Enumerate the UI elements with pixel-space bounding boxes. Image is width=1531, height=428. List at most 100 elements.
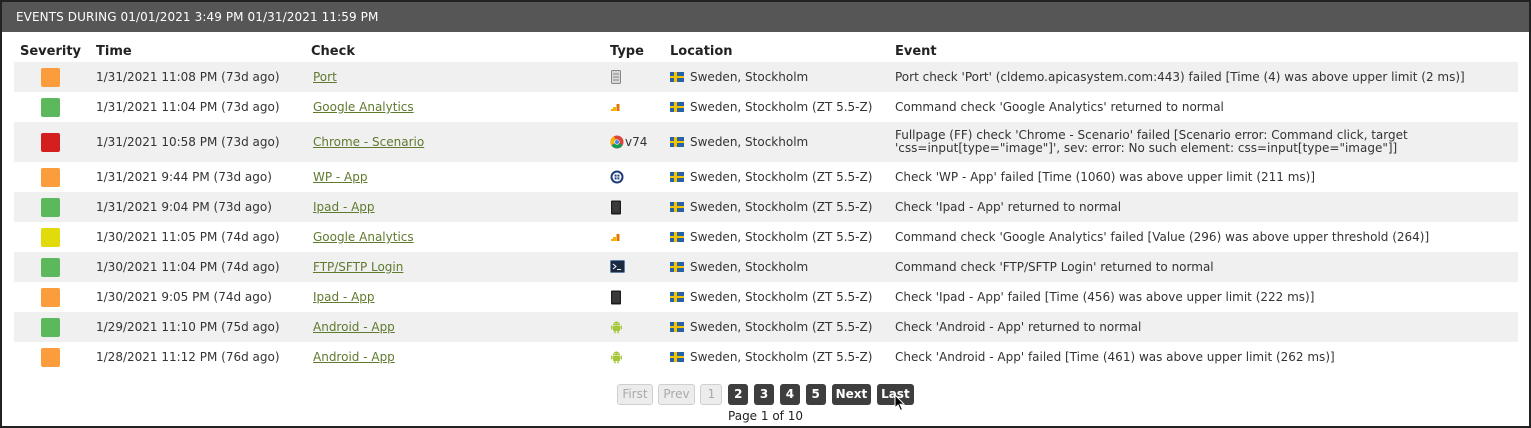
location-cell: Sweden, Stockholm (ZT 5.5-Z) (664, 222, 889, 252)
location-cell: Sweden, Stockholm (ZT 5.5-Z) (664, 92, 889, 122)
table-row: 1/28/2021 11:12 PM (76d ago) Android - Ap… (14, 342, 1518, 372)
type-cell (604, 252, 664, 282)
page-button-4[interactable]: 4 (779, 384, 800, 405)
table-row: 1/30/2021 9:05 PM (74d ago) Ipad - App Swe… (14, 282, 1518, 312)
location-cell: Sweden, Stockholm (ZT 5.5-Z) (664, 282, 889, 312)
check-cell: Android - App (305, 312, 604, 342)
column-header-time[interactable]: Time (90, 32, 305, 62)
sweden-flag-icon (670, 291, 684, 302)
location-cell: Sweden, Stockholm (ZT 5.5-Z) (664, 162, 889, 192)
severity-cell (14, 342, 90, 372)
check-cell: Port (305, 62, 604, 92)
table-row: 1/31/2021 11:04 PM (73d ago) Google Analy… (14, 92, 1518, 122)
type-version: v74 (625, 134, 648, 149)
table-row: 1/31/2021 9:04 PM (73d ago) Ipad - App Swe… (14, 192, 1518, 222)
check-link[interactable]: Android - App (313, 350, 395, 364)
page-button-5[interactable]: 5 (805, 384, 826, 405)
type-cell (604, 342, 664, 372)
prev-page-button: Prev (658, 384, 695, 405)
check-cell: Android - App (305, 342, 604, 372)
location-text: Sweden, Stockholm (ZT 5.5-Z) (690, 200, 873, 214)
table-row: 1/30/2021 11:05 PM (74d ago) Google Analy… (14, 222, 1518, 252)
check-cell: Google Analytics (305, 92, 604, 122)
column-header-severity[interactable]: Severity (14, 32, 90, 62)
column-header-event[interactable]: Event (889, 32, 1518, 62)
location-cell: Sweden, Stockholm (ZT 5.5-Z) (664, 312, 889, 342)
location-text: Sweden, Stockholm (ZT 5.5-Z) (690, 350, 873, 364)
time-cell: 1/29/2021 11:10 PM (75d ago) (96, 320, 280, 334)
table-row: 1/31/2021 9:44 PM (73d ago) WP - App Swede… (14, 162, 1518, 192)
check-link[interactable]: FTP/SFTP Login (313, 260, 403, 274)
time-cell: 1/31/2021 11:04 PM (73d ago) (96, 100, 280, 114)
check-link[interactable]: Google Analytics (313, 230, 414, 244)
next-page-button[interactable]: Next (831, 384, 872, 405)
severity-indicator (41, 257, 60, 277)
type-cell: v74 (604, 122, 664, 162)
column-header-location[interactable]: Location (664, 32, 889, 62)
events-panel: EVENTS DURING 01/01/2021 3:49 PM 01/31/2… (0, 0, 1531, 428)
severity-cell (14, 312, 90, 342)
location-text: Sweden, Stockholm (690, 260, 809, 274)
chrome-icon (610, 135, 624, 149)
location-text: Sweden, Stockholm (ZT 5.5-Z) (690, 170, 873, 184)
check-link[interactable]: Ipad - App (313, 200, 375, 214)
check-cell: FTP/SFTP Login (305, 252, 604, 282)
check-cell: Google Analytics (305, 222, 604, 252)
check-link[interactable]: Google Analytics (313, 100, 414, 114)
severity-indicator (41, 287, 60, 307)
event-cell: Port check 'Port' (cldemo.apicasystem.co… (895, 69, 1465, 84)
analytics-icon (610, 100, 623, 114)
event-cell: Check 'Ipad - App' failed [Time (456) wa… (895, 289, 1315, 304)
type-cell (604, 282, 664, 312)
pagination: First Prev 1 2 3 4 5 Next Last (2, 384, 1529, 405)
analytics-icon (610, 230, 623, 244)
sweden-flag-icon (670, 351, 684, 362)
severity-indicator (41, 97, 60, 117)
type-cell (604, 312, 664, 342)
sweden-flag-icon (670, 171, 684, 182)
severity-cell (14, 192, 90, 222)
type-cell (604, 92, 664, 122)
time-cell: 1/30/2021 11:04 PM (74d ago) (96, 260, 280, 274)
server-icon (610, 70, 623, 85)
location-cell: Sweden, Stockholm (ZT 5.5-Z) (664, 342, 889, 372)
severity-indicator (41, 227, 60, 247)
severity-cell (14, 282, 90, 312)
check-link[interactable]: Ipad - App (313, 290, 375, 304)
page-button-current: 1 (700, 384, 723, 405)
location-text: Sweden, Stockholm (ZT 5.5-Z) (690, 230, 873, 244)
severity-indicator (41, 347, 60, 367)
check-link[interactable]: Android - App (313, 320, 395, 334)
event-cell: Command check 'Google Analytics' returne… (895, 99, 1224, 114)
check-cell: WP - App (305, 162, 604, 192)
check-link[interactable]: Port (313, 70, 337, 84)
check-link[interactable]: WP - App (313, 170, 368, 184)
column-header-type[interactable]: Type (604, 32, 664, 62)
time-cell: 1/31/2021 9:44 PM (73d ago) (96, 170, 272, 184)
time-cell: 1/31/2021 11:08 PM (73d ago) (96, 70, 280, 84)
location-cell: Sweden, Stockholm (ZT 5.5-Z) (664, 192, 889, 222)
page-button-2[interactable]: 2 (728, 384, 749, 405)
sweden-flag-icon (670, 71, 684, 82)
android-icon (610, 320, 623, 334)
sweden-flag-icon (670, 321, 684, 332)
table-row: 1/30/2021 11:04 PM (74d ago) FTP/SFTP Log… (14, 252, 1518, 282)
event-cell: Check 'Android - App' failed [Time (461)… (895, 349, 1335, 364)
panel-title: EVENTS DURING 01/01/2021 3:49 PM 01/31/2… (2, 2, 1529, 32)
severity-indicator (41, 197, 60, 217)
location-text: Sweden, Stockholm (690, 70, 809, 84)
type-cell (604, 192, 664, 222)
sweden-flag-icon (670, 261, 684, 272)
page-button-3[interactable]: 3 (754, 384, 775, 405)
severity-cell (14, 162, 90, 192)
windows-phone-icon (610, 170, 624, 184)
column-header-check[interactable]: Check (305, 32, 604, 62)
event-cell: Fullpage (FF) check 'Chrome - Scenario' … (895, 128, 1408, 155)
location-text: Sweden, Stockholm (ZT 5.5-Z) (690, 100, 873, 114)
events-table: Severity Time Check Type Location Event … (14, 32, 1518, 372)
sweden-flag-icon (670, 201, 684, 212)
location-text: Sweden, Stockholm (ZT 5.5-Z) (690, 320, 873, 334)
check-cell: Ipad - App (305, 192, 604, 222)
event-cell: Command check 'Google Analytics' failed … (895, 229, 1430, 244)
check-link[interactable]: Chrome - Scenario (313, 135, 424, 149)
